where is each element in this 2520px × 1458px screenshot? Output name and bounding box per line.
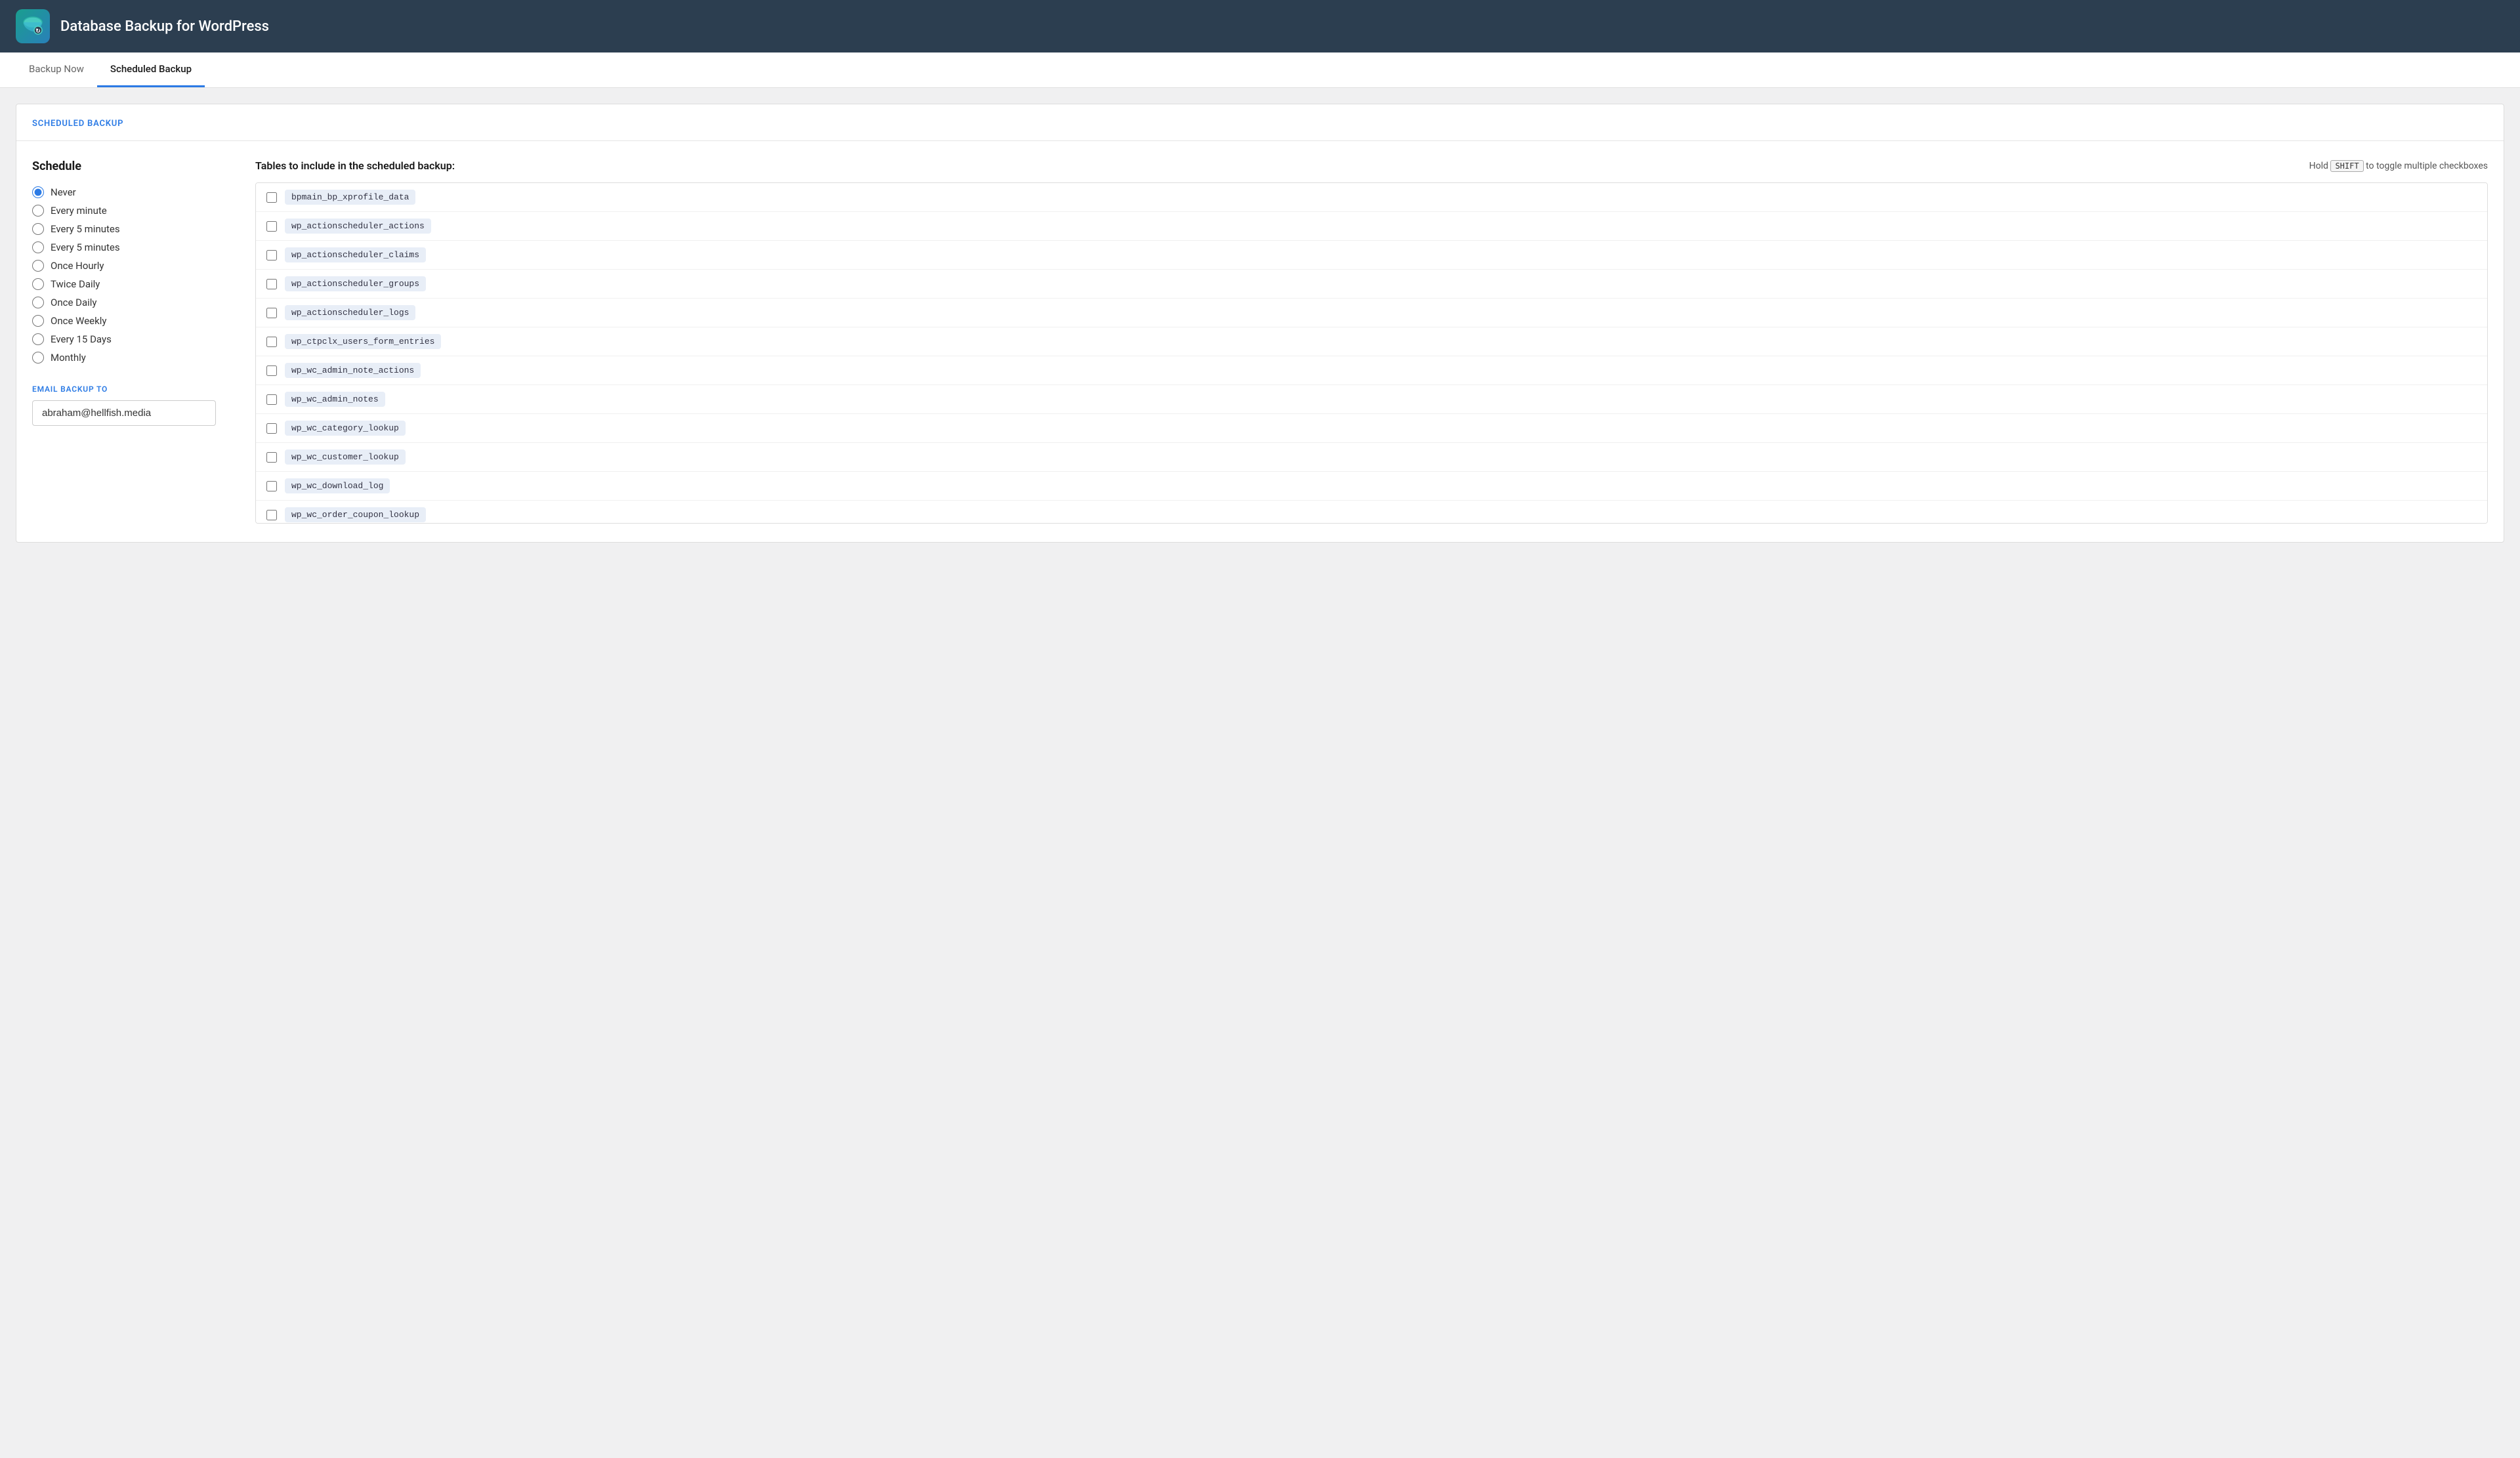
table-name-badge: wp_wc_category_lookup: [285, 421, 406, 436]
scheduled-backup-card: SCHEDULED BACKUP Schedule Never Every min…: [16, 104, 2504, 543]
radio-every-5-min-2[interactable]: [32, 241, 44, 253]
radio-once-weekly[interactable]: [32, 315, 44, 327]
tables-header: Tables to include in the scheduled backu…: [255, 159, 2488, 172]
card-body: Schedule Never Every minute Every 5 minute…: [16, 141, 2504, 542]
table-name-badge: wp_wc_order_coupon_lookup: [285, 507, 426, 522]
tabs-bar: Backup Now Scheduled Backup: [0, 52, 2520, 88]
page-content: SCHEDULED BACKUP Schedule Never Every min…: [0, 88, 2520, 558]
tables-list-container: bpmain_bp_xprofile_data wp_actionschedule…: [255, 182, 2488, 524]
radio-twice-daily[interactable]: [32, 278, 44, 290]
table-checkbox-6[interactable]: [266, 365, 277, 376]
tab-backup-now[interactable]: Backup Now: [16, 52, 97, 87]
shift-hint: Hold SHIFT to toggle multiple checkboxes: [2309, 160, 2488, 172]
table-checkbox-7[interactable]: [266, 394, 277, 405]
schedule-radio-group: Never Every minute Every 5 minutes Every 5 …: [32, 186, 216, 364]
schedule-radio-item-once-daily[interactable]: Once Daily: [32, 297, 216, 308]
radio-never[interactable]: [32, 186, 44, 198]
table-row: bpmain_bp_xprofile_data: [256, 183, 2487, 212]
table-checkbox-0[interactable]: [266, 192, 277, 203]
app-header: ↻ Database Backup for WordPress: [0, 0, 2520, 52]
table-row: wp_actionscheduler_logs: [256, 299, 2487, 327]
schedule-radio-item-monthly[interactable]: Monthly: [32, 352, 216, 364]
app-title: Database Backup for WordPress: [60, 18, 269, 35]
radio-label-twice-daily: Twice Daily: [51, 278, 100, 290]
radio-label-monthly: Monthly: [51, 352, 86, 364]
table-name-badge: wp_wc_download_log: [285, 478, 390, 493]
table-name-badge: wp_actionscheduler_logs: [285, 305, 415, 320]
table-name-badge: wp_actionscheduler_actions: [285, 219, 431, 234]
table-row: wp_wc_order_coupon_lookup: [256, 501, 2487, 524]
card-header: SCHEDULED BACKUP: [16, 104, 2504, 141]
table-name-badge: bpmain_bp_xprofile_data: [285, 190, 415, 205]
schedule-radio-item-once-hourly[interactable]: Once Hourly: [32, 260, 216, 272]
radio-label-every-15-days: Every 15 Days: [51, 333, 112, 345]
table-checkbox-2[interactable]: [266, 250, 277, 260]
table-name-badge: wp_ctpclx_users_form_entries: [285, 334, 441, 349]
table-checkbox-11[interactable]: [266, 510, 277, 520]
table-name-badge: wp_wc_customer_lookup: [285, 449, 406, 465]
radio-label-once-daily: Once Daily: [51, 297, 97, 308]
radio-label-once-hourly: Once Hourly: [51, 260, 104, 272]
schedule-column: Schedule Never Every minute Every 5 minute…: [32, 159, 216, 524]
shift-key-badge: SHIFT: [2330, 160, 2363, 172]
schedule-radio-item-once-weekly[interactable]: Once Weekly: [32, 315, 216, 327]
table-checkbox-3[interactable]: [266, 279, 277, 289]
shift-hint-prefix: Hold: [2309, 161, 2328, 171]
radio-once-daily[interactable]: [32, 297, 44, 308]
table-row: wp_wc_admin_note_actions: [256, 356, 2487, 385]
email-section: EMAIL BACKUP TO: [32, 385, 216, 426]
tables-section-title: Tables to include in the scheduled backu…: [255, 159, 455, 172]
radio-label-every-5-min-1: Every 5 minutes: [51, 223, 120, 235]
radio-every-minute[interactable]: [32, 205, 44, 217]
radio-monthly[interactable]: [32, 352, 44, 364]
table-row: wp_actionscheduler_groups: [256, 270, 2487, 299]
svg-text:↻: ↻: [35, 28, 41, 35]
schedule-radio-item-every-15-days[interactable]: Every 15 Days: [32, 333, 216, 345]
radio-label-never: Never: [51, 186, 76, 198]
table-row: wp_wc_customer_lookup: [256, 443, 2487, 472]
schedule-radio-item-every-5-min-1[interactable]: Every 5 minutes: [32, 223, 216, 235]
schedule-radio-item-twice-daily[interactable]: Twice Daily: [32, 278, 216, 290]
table-name-badge: wp_wc_admin_note_actions: [285, 363, 421, 378]
schedule-radio-item-every-5-min-2[interactable]: Every 5 minutes: [32, 241, 216, 253]
email-backup-input[interactable]: [32, 400, 216, 426]
table-row: wp_wc_download_log: [256, 472, 2487, 501]
table-checkbox-5[interactable]: [266, 337, 277, 347]
table-name-badge: wp_actionscheduler_claims: [285, 247, 426, 262]
tab-scheduled-backup[interactable]: Scheduled Backup: [97, 52, 205, 87]
schedule-radio-item-every-minute[interactable]: Every minute: [32, 205, 216, 217]
table-row: wp_actionscheduler_actions: [256, 212, 2487, 241]
schedule-radio-item-never[interactable]: Never: [32, 186, 216, 198]
radio-label-every-minute: Every minute: [51, 205, 107, 217]
schedule-section-title: Schedule: [32, 159, 216, 173]
card-header-title: SCHEDULED BACKUP: [32, 119, 123, 129]
table-row: wp_wc_category_lookup: [256, 414, 2487, 443]
radio-every-5-min-1[interactable]: [32, 223, 44, 235]
table-checkbox-10[interactable]: [266, 481, 277, 491]
table-checkbox-8[interactable]: [266, 423, 277, 434]
radio-label-once-weekly: Once Weekly: [51, 315, 106, 327]
table-name-badge: wp_actionscheduler_groups: [285, 276, 426, 291]
table-checkbox-9[interactable]: [266, 452, 277, 463]
tables-column: Tables to include in the scheduled backu…: [255, 159, 2488, 524]
table-row: wp_actionscheduler_claims: [256, 241, 2487, 270]
radio-every-15-days[interactable]: [32, 333, 44, 345]
table-row: wp_wc_admin_notes: [256, 385, 2487, 414]
radio-once-hourly[interactable]: [32, 260, 44, 272]
app-logo: ↻: [16, 9, 50, 43]
table-checkbox-4[interactable]: [266, 308, 277, 318]
table-row: wp_ctpclx_users_form_entries: [256, 327, 2487, 356]
email-backup-label: EMAIL BACKUP TO: [32, 385, 216, 394]
shift-hint-suffix: to toggle multiple checkboxes: [2366, 161, 2488, 171]
radio-label-every-5-min-2: Every 5 minutes: [51, 241, 120, 253]
table-checkbox-1[interactable]: [266, 221, 277, 232]
table-name-badge: wp_wc_admin_notes: [285, 392, 385, 407]
